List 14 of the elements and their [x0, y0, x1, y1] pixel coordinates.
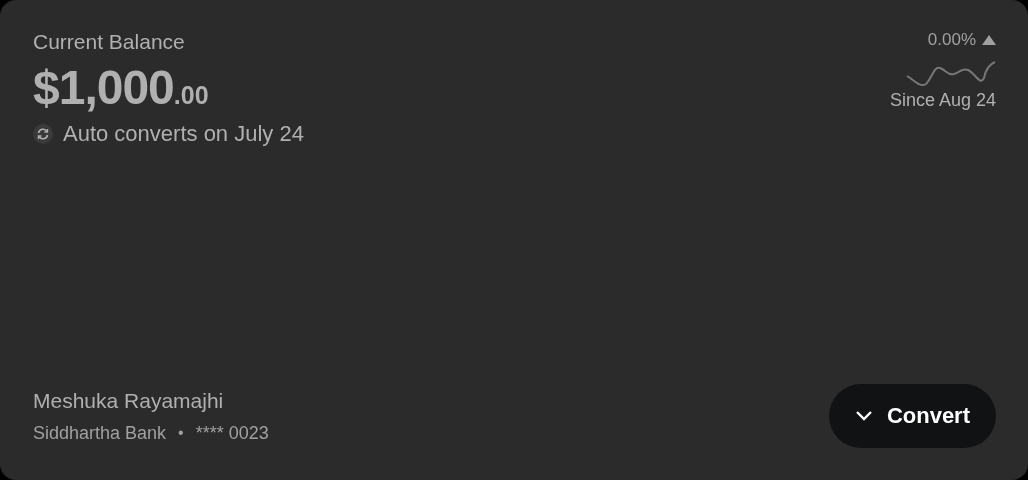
balance-amount: $1,000: [33, 60, 174, 115]
balance-label: Current Balance: [33, 30, 186, 54]
change-percent: 0.00%: [927, 30, 976, 50]
separator-dot: •: [178, 424, 184, 442]
auto-convert-text: Auto converts on July 24: [63, 121, 304, 147]
convert-button[interactable]: Convert: [828, 384, 996, 448]
account-number: **** 0023: [195, 422, 269, 444]
bank-name: Siddhartha Bank: [33, 422, 167, 444]
account-holder: Meshuka Rayamajhi: [33, 388, 225, 413]
up-triangle-icon: [982, 35, 996, 45]
chevron-down-icon: [854, 410, 873, 422]
since-date: Since Aug 24: [889, 90, 996, 111]
refresh-icon: [33, 124, 53, 144]
balance-cents: .00: [173, 81, 209, 110]
